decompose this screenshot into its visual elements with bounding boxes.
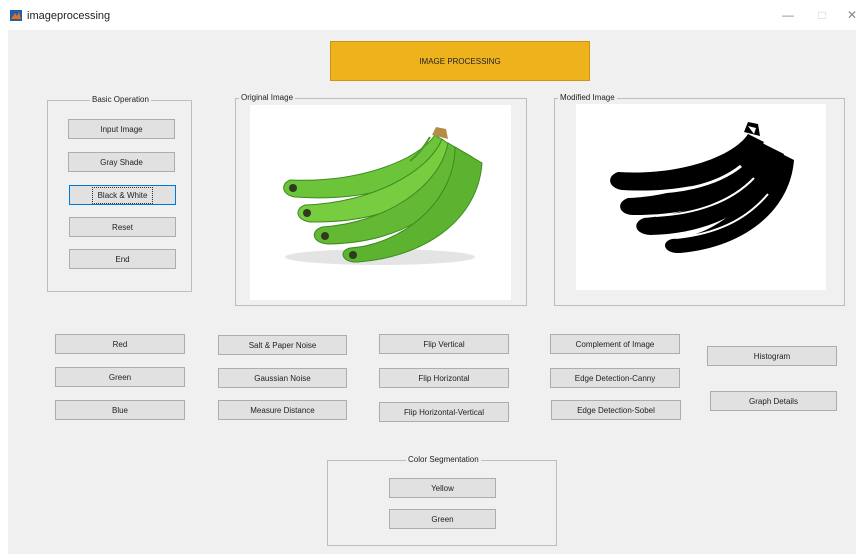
histogram-button[interactable]: Histogram bbox=[707, 346, 837, 366]
basic-operation-title: Basic Operation bbox=[90, 95, 151, 104]
yellow-segmentation-button[interactable]: Yellow bbox=[389, 478, 496, 498]
maximize-button[interactable]: □ bbox=[812, 6, 832, 24]
blue-button[interactable]: Blue bbox=[55, 400, 185, 420]
graph-details-label: Graph Details bbox=[749, 396, 798, 406]
gray-shade-label: Gray Shade bbox=[100, 157, 143, 167]
black-white-banana-image bbox=[610, 122, 794, 254]
window-title: imageprocessing bbox=[27, 10, 111, 22]
edge-detection-canny-button[interactable]: Edge Detection-Canny bbox=[550, 368, 680, 388]
graph-details-button[interactable]: Graph Details bbox=[710, 391, 837, 411]
edge-detection-sobel-button[interactable]: Edge Detection-Sobel bbox=[551, 400, 681, 420]
complement-of-image-label: Complement of Image bbox=[575, 339, 655, 349]
measure-distance-button[interactable]: Measure Distance bbox=[218, 400, 347, 420]
green-segmentation-button[interactable]: Green bbox=[389, 509, 496, 529]
original-image-axes bbox=[250, 105, 511, 300]
gray-shade-button[interactable]: Gray Shade bbox=[68, 152, 175, 172]
flip-vertical-label: Flip Vertical bbox=[423, 339, 465, 349]
green-banana-image bbox=[283, 127, 483, 265]
matlab-app-icon bbox=[10, 10, 22, 21]
modified-image-axes bbox=[576, 104, 826, 290]
histogram-label: Histogram bbox=[753, 351, 791, 361]
input-image-label: Input Image bbox=[100, 124, 143, 134]
minimize-button[interactable]: — bbox=[778, 6, 798, 24]
black-white-label: Black & White bbox=[91, 186, 154, 204]
modified-image-title: Modified Image bbox=[558, 93, 617, 102]
flip-horizontal-vertical-button[interactable]: Flip Horizontal-Vertical bbox=[379, 402, 509, 422]
flip-horizontal-label: Flip Horizontal bbox=[418, 373, 470, 383]
image-processing-header[interactable]: IMAGE PROCESSING bbox=[330, 41, 590, 81]
black-white-button[interactable]: Black & White bbox=[69, 185, 176, 205]
gaussian-noise-label: Gaussian Noise bbox=[254, 373, 311, 383]
green-button[interactable]: Green bbox=[55, 367, 185, 387]
end-label: End bbox=[115, 254, 130, 264]
flip-horizontal-button[interactable]: Flip Horizontal bbox=[379, 368, 509, 388]
color-segmentation-panel: Color Segmentation bbox=[327, 455, 557, 546]
red-button[interactable]: Red bbox=[55, 334, 185, 354]
original-image-title: Original Image bbox=[239, 93, 296, 102]
color-segmentation-title: Color Segmentation bbox=[406, 455, 481, 464]
gaussian-noise-button[interactable]: Gaussian Noise bbox=[218, 368, 347, 388]
reset-label: Reset bbox=[112, 222, 133, 232]
salt-paper-noise-button[interactable]: Salt & Paper Noise bbox=[218, 335, 347, 355]
title-bar: imageprocessing — □ ✕ bbox=[0, 0, 864, 30]
flip-horizontal-vertical-label: Flip Horizontal-Vertical bbox=[403, 407, 485, 417]
close-button[interactable]: ✕ bbox=[842, 6, 862, 24]
header-label: IMAGE PROCESSING bbox=[419, 56, 501, 66]
blue-label: Blue bbox=[111, 405, 128, 415]
green-label: Green bbox=[108, 372, 132, 382]
yellow-segmentation-label: Yellow bbox=[431, 483, 454, 493]
flip-vertical-button[interactable]: Flip Vertical bbox=[379, 334, 509, 354]
measure-distance-label: Measure Distance bbox=[250, 405, 315, 415]
reset-button[interactable]: Reset bbox=[69, 217, 176, 237]
complement-of-image-button[interactable]: Complement of Image bbox=[550, 334, 680, 354]
edge-detection-sobel-label: Edge Detection-Sobel bbox=[577, 405, 655, 415]
red-label: Red bbox=[112, 339, 128, 349]
figure-client-area: IMAGE PROCESSING Basic Operation Input I… bbox=[8, 30, 856, 554]
end-button[interactable]: End bbox=[69, 249, 176, 269]
edge-detection-canny-label: Edge Detection-Canny bbox=[574, 373, 656, 383]
input-image-button[interactable]: Input Image bbox=[68, 119, 175, 139]
green-segmentation-label: Green bbox=[431, 514, 454, 524]
salt-paper-noise-label: Salt & Paper Noise bbox=[248, 340, 317, 350]
